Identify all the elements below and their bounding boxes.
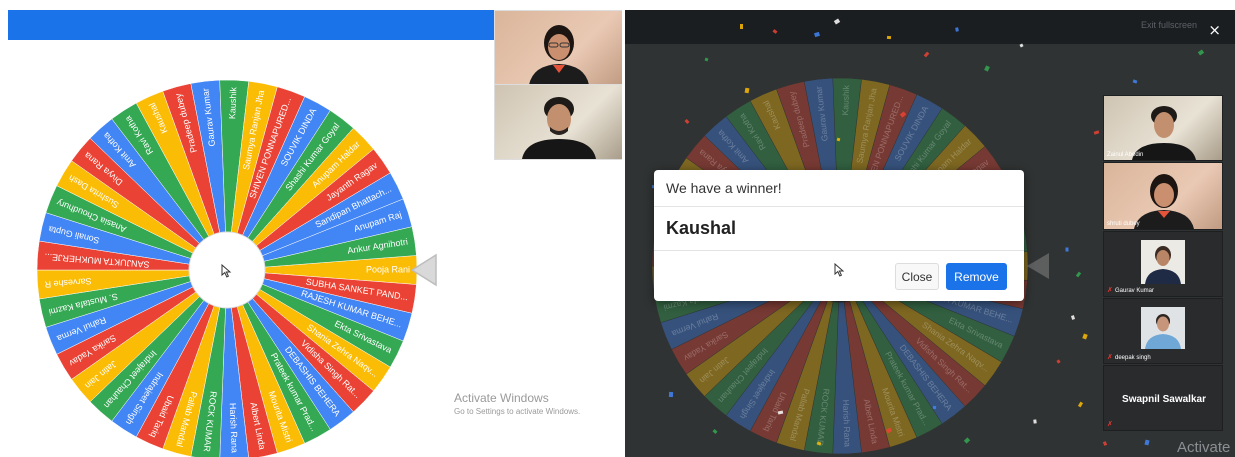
confetti-piece bbox=[886, 35, 892, 40]
confetti-piece bbox=[1033, 419, 1037, 424]
left-wheel-panel: Pooja Rani SUBHA SANKET PAND... RAJESH KUM… bbox=[0, 0, 622, 457]
activate-windows-watermark: Activate bbox=[1177, 439, 1231, 456]
participant-tile[interactable]: Zainul Abedin bbox=[1103, 95, 1223, 161]
participant-tile[interactable]: shruti dubey bbox=[1103, 162, 1223, 230]
watermark-subtitle: Go to Settings to activate Windows. bbox=[454, 407, 581, 416]
mouse-pointer-icon bbox=[834, 262, 846, 277]
person-video-icon bbox=[1134, 174, 1194, 229]
video-tile-zainul bbox=[494, 84, 622, 160]
close-icon[interactable]: × bbox=[1208, 23, 1221, 38]
participants-panel: Zainul Abedin shruti dubey ✗ Gaurav Kuma… bbox=[1103, 95, 1223, 431]
winner-name: Kaushal bbox=[666, 218, 737, 238]
dialog-title: We have a winner! bbox=[666, 180, 782, 196]
spin-wheel[interactable]: Pooja RaniSUBHA SANKET PAND...RAJESH KUM… bbox=[0, 0, 494, 457]
wheel-segment-label: Kaushik bbox=[227, 86, 238, 119]
muted-mic-icon: ✗ bbox=[1107, 354, 1113, 361]
confetti-piece bbox=[740, 24, 743, 29]
confetti-piece bbox=[744, 87, 750, 94]
confetti-piece bbox=[1065, 247, 1069, 252]
right-fullscreen-panel: Pooja RaniSUBHA SANKET PAND...RAJESH KUM… bbox=[625, 10, 1235, 457]
wheel-pointer bbox=[410, 253, 437, 287]
avatar bbox=[1145, 314, 1181, 349]
participant-name: Gaurav Kumar bbox=[1115, 288, 1155, 294]
wheel-segment-label: Pooja Rani bbox=[366, 264, 410, 274]
participant-name: shruti dubey bbox=[1107, 221, 1140, 227]
confetti-piece bbox=[955, 27, 959, 32]
exit-fullscreen-link[interactable]: Exit fullscreen bbox=[1141, 20, 1197, 30]
watermark-title: Activate Windows bbox=[454, 391, 549, 405]
muted-mic-icon: ✗ bbox=[1107, 287, 1113, 294]
person-video-icon bbox=[522, 97, 596, 159]
activate-windows-watermark: Activate Windows Go to Settings to activ… bbox=[454, 391, 580, 416]
dialog-header: We have a winner! bbox=[654, 170, 1024, 207]
close-button[interactable]: Close bbox=[895, 263, 939, 290]
participant-name: Zainul Abedin bbox=[1107, 152, 1144, 158]
confetti-piece bbox=[932, 405, 937, 410]
video-tile-shruti bbox=[494, 10, 622, 86]
wheel-segment-label: Harish Rana bbox=[841, 399, 853, 447]
mouse-pointer-icon bbox=[221, 263, 233, 278]
muted-mic-icon: ✗ bbox=[1107, 421, 1113, 428]
confetti-piece bbox=[668, 391, 674, 398]
participant-tile[interactable]: ✗ Gaurav Kumar bbox=[1103, 231, 1223, 297]
participant-tile[interactable]: ✗ deepak singh bbox=[1103, 298, 1223, 364]
participant-name: deepak singh bbox=[1115, 355, 1151, 361]
wheel-segment-label: Harish Rana bbox=[228, 403, 240, 453]
person-video-icon bbox=[529, 25, 589, 85]
participant-name: Swapnil Sawalkar bbox=[1122, 394, 1206, 405]
fullscreen-header: Exit fullscreen × bbox=[625, 10, 1235, 44]
person-video-icon bbox=[1132, 106, 1196, 160]
wheel-segment-label: Kaushik bbox=[840, 84, 851, 115]
remove-button[interactable]: Remove bbox=[946, 263, 1007, 290]
participant-tile[interactable]: Swapnil Sawalkar ✗ bbox=[1103, 365, 1223, 431]
avatar bbox=[1145, 246, 1181, 284]
dialog-footer: Close Remove bbox=[654, 251, 1024, 300]
dialog-body: Kaushal bbox=[654, 207, 1024, 251]
winner-dialog: We have a winner! Kaushal Close Remove bbox=[654, 170, 1024, 301]
wheel-pointer bbox=[1027, 253, 1049, 279]
